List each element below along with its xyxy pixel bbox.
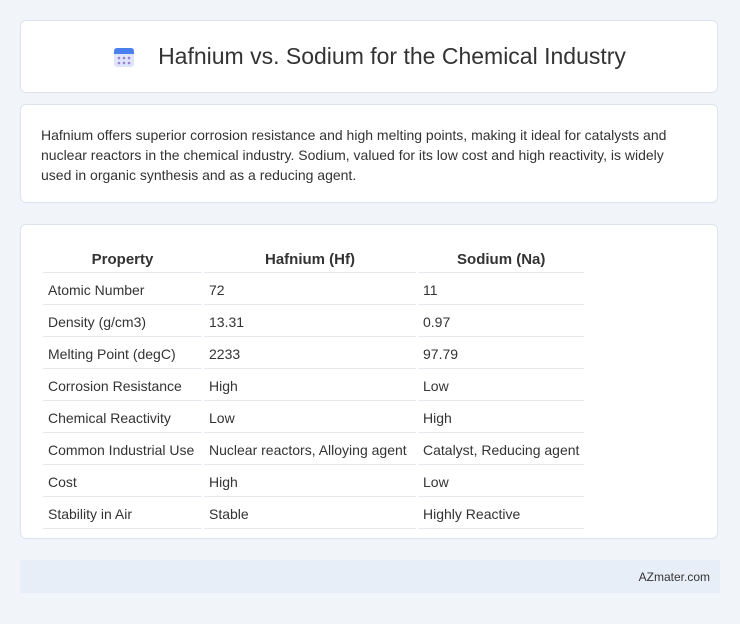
table-row: Stability in Air Stable Highly Reactive (43, 499, 585, 529)
value-cell: High (204, 371, 416, 401)
value-cell: High (204, 467, 416, 497)
calendar-icon (114, 47, 135, 67)
property-cell: Stability in Air (43, 499, 202, 529)
comparison-card: Property Hafnium (Hf) Sodium (Na) Atomic… (20, 224, 718, 539)
property-cell: Melting Point (degC) (43, 339, 202, 369)
table-row: Atomic Number 72 11 (43, 275, 585, 305)
column-header: Property (43, 247, 202, 273)
property-cell: Atomic Number (43, 275, 202, 305)
table-row: Chemical Reactivity Low High (43, 403, 585, 433)
table-header-row: Property Hafnium (Hf) Sodium (Na) (43, 247, 585, 273)
intro-text: Hafnium offers superior corrosion resist… (41, 127, 667, 183)
table-row: Cost High Low (43, 467, 585, 497)
property-cell: Common Industrial Use (43, 435, 202, 465)
value-cell: High (418, 403, 585, 433)
value-cell: Low (418, 467, 585, 497)
value-cell: Stable (204, 499, 416, 529)
column-header: Hafnium (Hf) (204, 247, 416, 273)
table-row: Density (g/cm3) 13.31 0.97 (43, 307, 585, 337)
value-cell: Low (418, 371, 585, 401)
footer-brand: AZmater.com (638, 569, 710, 584)
intro-card: Hafnium offers superior corrosion resist… (20, 104, 718, 203)
property-cell: Density (g/cm3) (43, 307, 202, 337)
value-cell: 11 (418, 275, 585, 305)
value-cell: 97.79 (418, 339, 585, 369)
value-cell: Nuclear reactors, Alloying agent (204, 435, 416, 465)
value-cell: 13.31 (204, 307, 416, 337)
table-row: Common Industrial Use Nuclear reactors, A… (43, 435, 585, 465)
value-cell: Low (204, 403, 416, 433)
value-cell: Catalyst, Reducing agent (418, 435, 585, 465)
comparison-table: Property Hafnium (Hf) Sodium (Na) Atomic… (41, 245, 586, 531)
property-cell: Corrosion Resistance (43, 371, 202, 401)
property-cell: Chemical Reactivity (43, 403, 202, 433)
value-cell: 72 (204, 275, 416, 305)
property-cell: Cost (43, 467, 202, 497)
page-title: Hafnium vs. Sodium for the Chemical Indu… (158, 43, 626, 69)
table-row: Corrosion Resistance High Low (43, 371, 585, 401)
value-cell: 2233 (204, 339, 416, 369)
table-row: Melting Point (degC) 2233 97.79 (43, 339, 585, 369)
header-card: Hafnium vs. Sodium for the Chemical Indu… (20, 20, 718, 93)
column-header: Sodium (Na) (418, 247, 585, 273)
footer: AZmater.com (20, 560, 720, 593)
value-cell: 0.97 (418, 307, 585, 337)
value-cell: Highly Reactive (418, 499, 585, 529)
